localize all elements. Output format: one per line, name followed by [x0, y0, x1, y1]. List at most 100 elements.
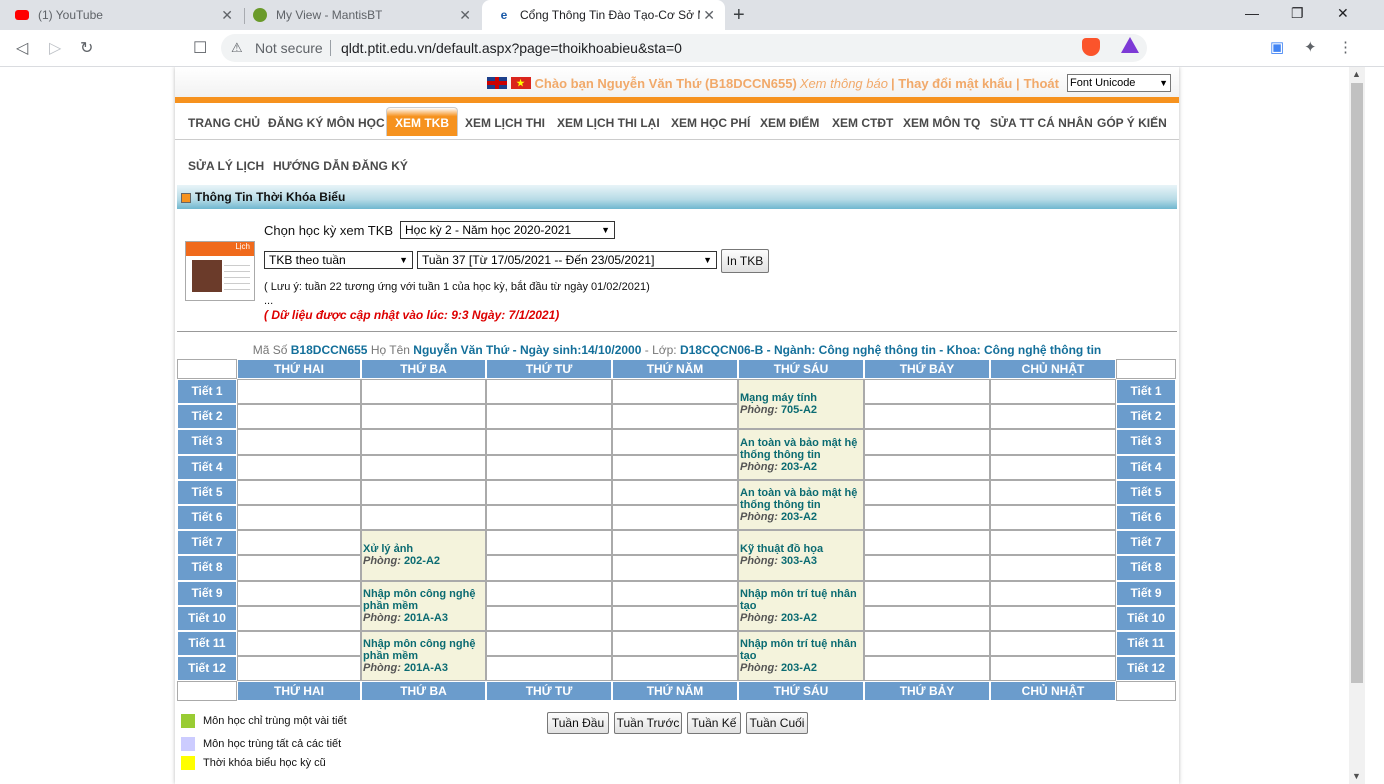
- close-icon[interactable]: ✕: [459, 7, 471, 24]
- top-header: ★ Chào bạn Nguyễn Văn Thứ (B18DCCN655) X…: [175, 67, 1179, 97]
- course-room: Phòng: 705-A2: [740, 404, 818, 417]
- ellipsis: ...: [264, 295, 274, 307]
- course-cell[interactable]: Mạng máy tính Phòng: 705-A2: [738, 379, 864, 430]
- previous-week-button[interactable]: Tuần Trước: [614, 712, 682, 734]
- student-info: Mã Số B18DCCN655 Họ Tên Nguyễn Văn Thứ -…: [252, 343, 1102, 357]
- course-room: Phòng: 203-A2: [740, 662, 818, 675]
- day-header: THỨ SÁU: [738, 359, 864, 379]
- url-text[interactable]: qldt.ptit.edu.vn/default.aspx?page=thoik…: [341, 40, 682, 56]
- notice-link[interactable]: Xem thông báo: [800, 76, 888, 91]
- translate-icon[interactable]: ▣: [1270, 38, 1284, 56]
- section-title: Thông Tin Thời Khóa Biểu: [195, 190, 346, 204]
- menu-xem-hoc-phi[interactable]: XEM HỌC PHÍ: [671, 116, 750, 130]
- first-week-button[interactable]: Tuần Đầu: [547, 712, 609, 734]
- menu-trang-chu[interactable]: TRANG CHỦ: [188, 116, 260, 130]
- course-cell[interactable]: Nhập môn trí tuệ nhân tạo Phòng: 203-A2: [738, 631, 864, 682]
- timetable-cell: [612, 631, 738, 657]
- chevron-down-icon: ▼: [601, 225, 610, 235]
- day-header: THỨ BẢY: [864, 359, 990, 379]
- timetable-cell: [612, 555, 738, 581]
- timetable-cell: [864, 555, 990, 581]
- new-tab-button[interactable]: +: [733, 4, 745, 27]
- timetable-cell: [612, 656, 738, 682]
- course-cell[interactable]: An toàn và bảo mật hệ thống thông tin Phò…: [738, 479, 864, 531]
- address-bar[interactable]: ⚠ Not secure qldt.ptit.edu.vn/default.as…: [221, 34, 1147, 62]
- font-select[interactable]: Font Unicode ▼: [1067, 74, 1171, 92]
- legend-old-semester: Thời khóa biểu học kỳ cũ: [181, 756, 326, 770]
- close-icon[interactable]: ✕: [703, 7, 715, 24]
- maximize-button[interactable]: ❐: [1291, 5, 1304, 22]
- period-label: Tiết 6: [1116, 505, 1176, 531]
- change-password-link[interactable]: | Thay đổi mật khẩu |: [891, 76, 1020, 91]
- timetable-cell: [864, 656, 990, 682]
- menu-xem-diem[interactable]: XEM ĐIỂM: [760, 116, 819, 130]
- vietnam-flag-icon[interactable]: ★: [510, 77, 531, 89]
- menu-dang-ky-mon-hoc[interactable]: ĐĂNG KÝ MÔN HỌC: [268, 116, 385, 130]
- menu-xem-tkb[interactable]: XEM TKB: [386, 107, 458, 136]
- minimize-button[interactable]: —: [1245, 5, 1259, 21]
- course-room: Phòng: 201A-A3: [363, 611, 448, 624]
- tab-ptit[interactable]: e Cổng Thông Tin Đào Tạo-Cơ Sở M ✕: [482, 0, 725, 30]
- period-label: Tiết 8: [1116, 555, 1176, 581]
- tab-youtube[interactable]: (1) YouTube ✕: [0, 0, 243, 30]
- last-week-button[interactable]: Tuần Cuối: [746, 712, 808, 734]
- bookmark-icon[interactable]: ☐: [193, 38, 207, 58]
- back-icon[interactable]: ◁: [16, 38, 28, 58]
- course-room: Phòng: 202-A2: [363, 555, 441, 568]
- menu-xem-lich-thi-lai[interactable]: XEM LỊCH THI LẠI: [557, 116, 660, 130]
- english-flag-icon[interactable]: [486, 77, 507, 89]
- day-footer: CHỦ NHẬT: [990, 681, 1116, 702]
- next-week-button[interactable]: Tuần Kế: [687, 712, 741, 734]
- course-room: Phòng: 203-A2: [740, 460, 818, 473]
- menu-xem-mon-tq[interactable]: XEM MÔN TQ: [903, 116, 980, 130]
- menu-icon[interactable]: ⋮: [1338, 38, 1353, 56]
- course-cell[interactable]: An toàn và bảo mật hệ thống thông tin Phò…: [738, 429, 864, 480]
- view-mode-select[interactable]: TKB theo tuần ▼: [264, 251, 413, 269]
- close-icon[interactable]: ✕: [221, 7, 233, 24]
- semester-select[interactable]: Học kỳ 2 - Năm học 2020-2021 ▼: [400, 221, 615, 239]
- menu-huong-dan-dang-ky[interactable]: HƯỚNG DẪN ĐĂNG KÝ: [273, 159, 408, 173]
- period-label: Tiết 11: [1116, 631, 1176, 657]
- warning-icon[interactable]: ⚠: [231, 40, 243, 56]
- timetable-cell: [237, 605, 361, 631]
- period-label: Tiết 1: [177, 379, 237, 405]
- scrollbar-thumb[interactable]: [1351, 83, 1363, 683]
- logout-link[interactable]: Thoát: [1024, 76, 1059, 91]
- course-name: Nhập môn trí tuệ nhân tạo: [740, 638, 857, 663]
- timetable-cell: [990, 656, 1116, 682]
- menu-gop-y-kien[interactable]: GÓP Ý KIẾN: [1097, 116, 1167, 130]
- day-footer: THỨ SÁU: [738, 681, 864, 702]
- course-cell[interactable]: Kỹ thuật đồ họa Phòng: 303-A3: [738, 530, 864, 581]
- scroll-down-icon[interactable]: ▼: [1352, 771, 1361, 781]
- page-scrollbar[interactable]: ▲ ▼: [1349, 67, 1365, 784]
- course-cell[interactable]: Xử lý ảnh Phòng: 202-A2: [361, 530, 486, 581]
- course-cell[interactable]: Nhập môn công nghệ phần mềm Phòng: 201A-A…: [361, 631, 486, 682]
- period-label: Tiết 7: [1116, 530, 1176, 556]
- timetable-cell: [237, 656, 361, 682]
- reload-icon[interactable]: ↻: [80, 38, 93, 58]
- week-select[interactable]: Tuần 37 [Từ 17/05/2021 -- Đến 23/05/2021…: [417, 251, 717, 269]
- tab-mantis[interactable]: My View - MantisBT ✕: [238, 0, 481, 30]
- course-cell[interactable]: Nhập môn trí tuệ nhân tạo Phòng: 203-A2: [738, 580, 864, 631]
- forward-icon[interactable]: ▷: [49, 38, 61, 58]
- brave-shield-icon[interactable]: [1082, 38, 1100, 56]
- print-tkb-button[interactable]: In TKB: [721, 249, 769, 273]
- period-label: Tiết 8: [177, 555, 237, 581]
- timetable-cell: [990, 605, 1116, 631]
- day-header: THỨ NĂM: [612, 359, 738, 379]
- extensions-icon[interactable]: ✦: [1304, 38, 1317, 56]
- course-name: Nhập môn trí tuệ nhân tạo: [740, 587, 857, 612]
- close-window-button[interactable]: ✕: [1337, 5, 1349, 22]
- period-label: Tiết 9: [177, 580, 237, 606]
- menu-xem-lich-thi[interactable]: XEM LỊCH THI: [465, 116, 545, 130]
- brave-rewards-icon[interactable]: [1121, 37, 1139, 53]
- scroll-up-icon[interactable]: ▲: [1352, 69, 1361, 79]
- course-cell[interactable]: Nhập môn công nghệ phần mềm Phòng: 201A-A…: [361, 580, 486, 631]
- chevron-down-icon: ▼: [399, 255, 408, 265]
- period-label: Tiết 2: [1116, 404, 1176, 430]
- timetable-cell: [361, 505, 486, 531]
- menu-xem-ctdt[interactable]: XEM CTĐT: [832, 116, 893, 130]
- menu-sua-ly-lich[interactable]: SỬA LÝ LỊCH: [188, 159, 264, 173]
- menu-sua-tt-ca-nhan[interactable]: SỬA TT CÁ NHÂN: [990, 116, 1093, 130]
- day-footer: THỨ BẢY: [864, 681, 990, 702]
